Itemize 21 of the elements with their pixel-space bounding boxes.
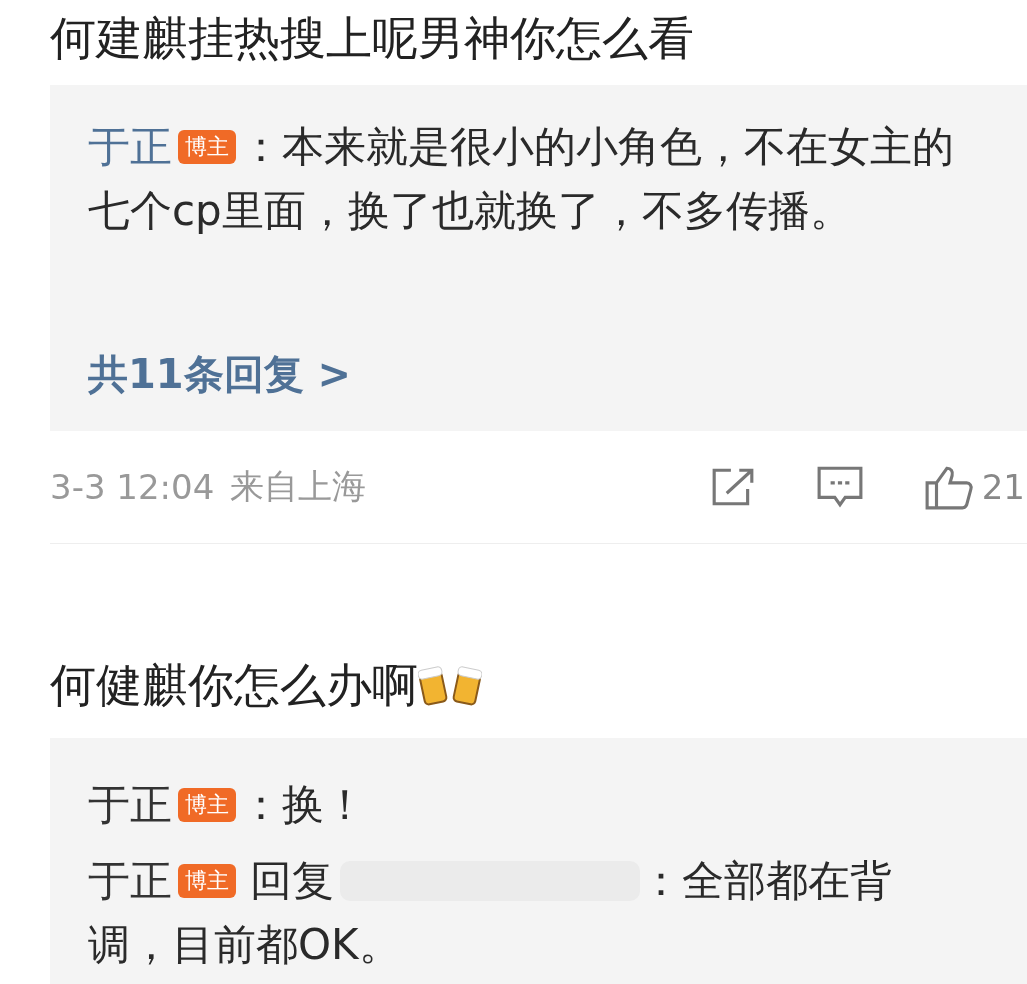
reply-text: 七个cp里面，换了也就换了，不多传播。	[88, 185, 852, 237]
comment-button[interactable]	[815, 465, 864, 509]
comment-text: 何健麒你怎么办啊	[50, 657, 418, 714]
reply-text: ：换！	[240, 779, 366, 831]
comment-icon	[815, 465, 864, 509]
blogger-badge: 博主	[178, 788, 236, 822]
reply-author-name[interactable]: 于正	[88, 773, 172, 837]
like-button[interactable]: 21	[923, 464, 1025, 510]
thumbs-up-icon	[923, 464, 974, 510]
reply-label: 回复	[250, 855, 334, 907]
blogger-badge: 博主	[178, 864, 236, 898]
blogger-badge: 博主	[178, 130, 236, 164]
reply-text: 调，目前都OK。	[88, 919, 401, 971]
reply-text: ：本来就是很小的小角色，不在女主的	[240, 121, 954, 173]
reply-text: ：全部都在背	[640, 855, 892, 907]
more-replies-link[interactable]: 共11条回复 >	[88, 349, 352, 399]
reply-author-name[interactable]: 于正	[88, 849, 172, 913]
comment-text: 何建麒挂热搜上呢男神你怎么看	[50, 10, 694, 67]
reply-author-name[interactable]: 于正	[88, 115, 172, 179]
comment-location: 来自上海	[230, 465, 367, 508]
comment-time: 3-3 12:04	[50, 467, 215, 507]
